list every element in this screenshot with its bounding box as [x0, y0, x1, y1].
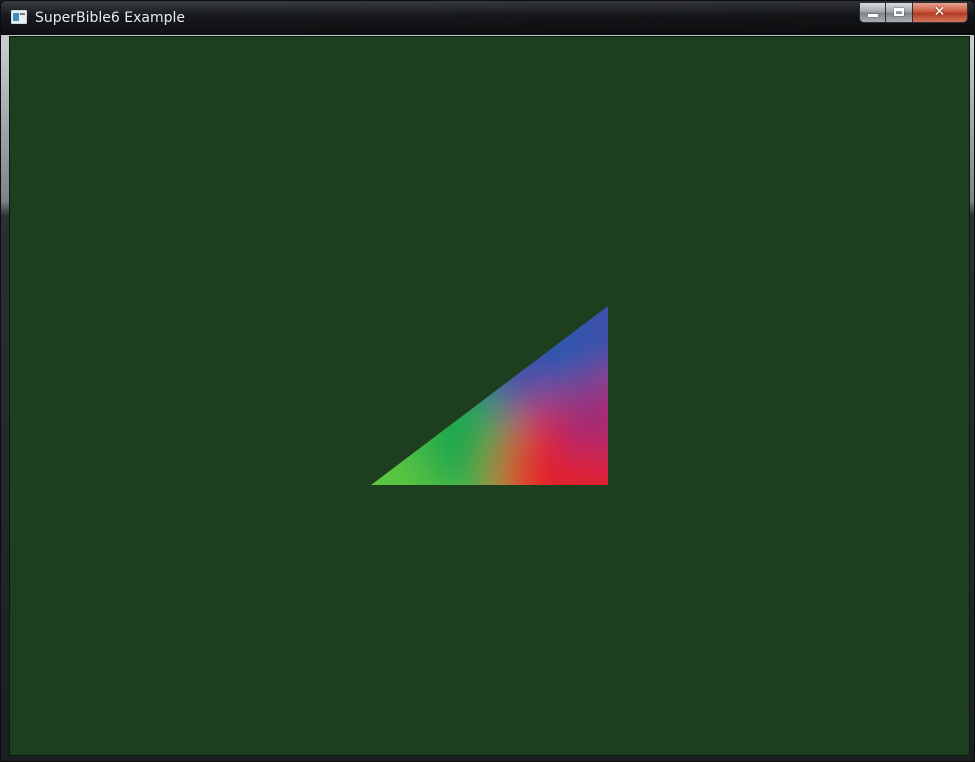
render-canvas [371, 306, 608, 485]
app-window: SuperBible6 Example ✕ [0, 0, 975, 762]
window-controls: ✕ [859, 2, 968, 23]
shaded-triangle [371, 306, 608, 485]
maximize-button[interactable] [886, 2, 913, 23]
minimize-button[interactable] [859, 2, 886, 23]
window-title: SuperBible6 Example [35, 10, 185, 26]
close-icon: ✕ [933, 4, 946, 20]
maximize-icon [894, 8, 904, 16]
title-bar[interactable]: SuperBible6 Example ✕ [1, 1, 974, 35]
close-button[interactable]: ✕ [913, 2, 968, 23]
vertex-purple-mid [555, 377, 608, 457]
minimize-icon [868, 14, 878, 17]
app-window-icon[interactable] [11, 10, 27, 24]
render-viewport[interactable] [9, 36, 970, 756]
